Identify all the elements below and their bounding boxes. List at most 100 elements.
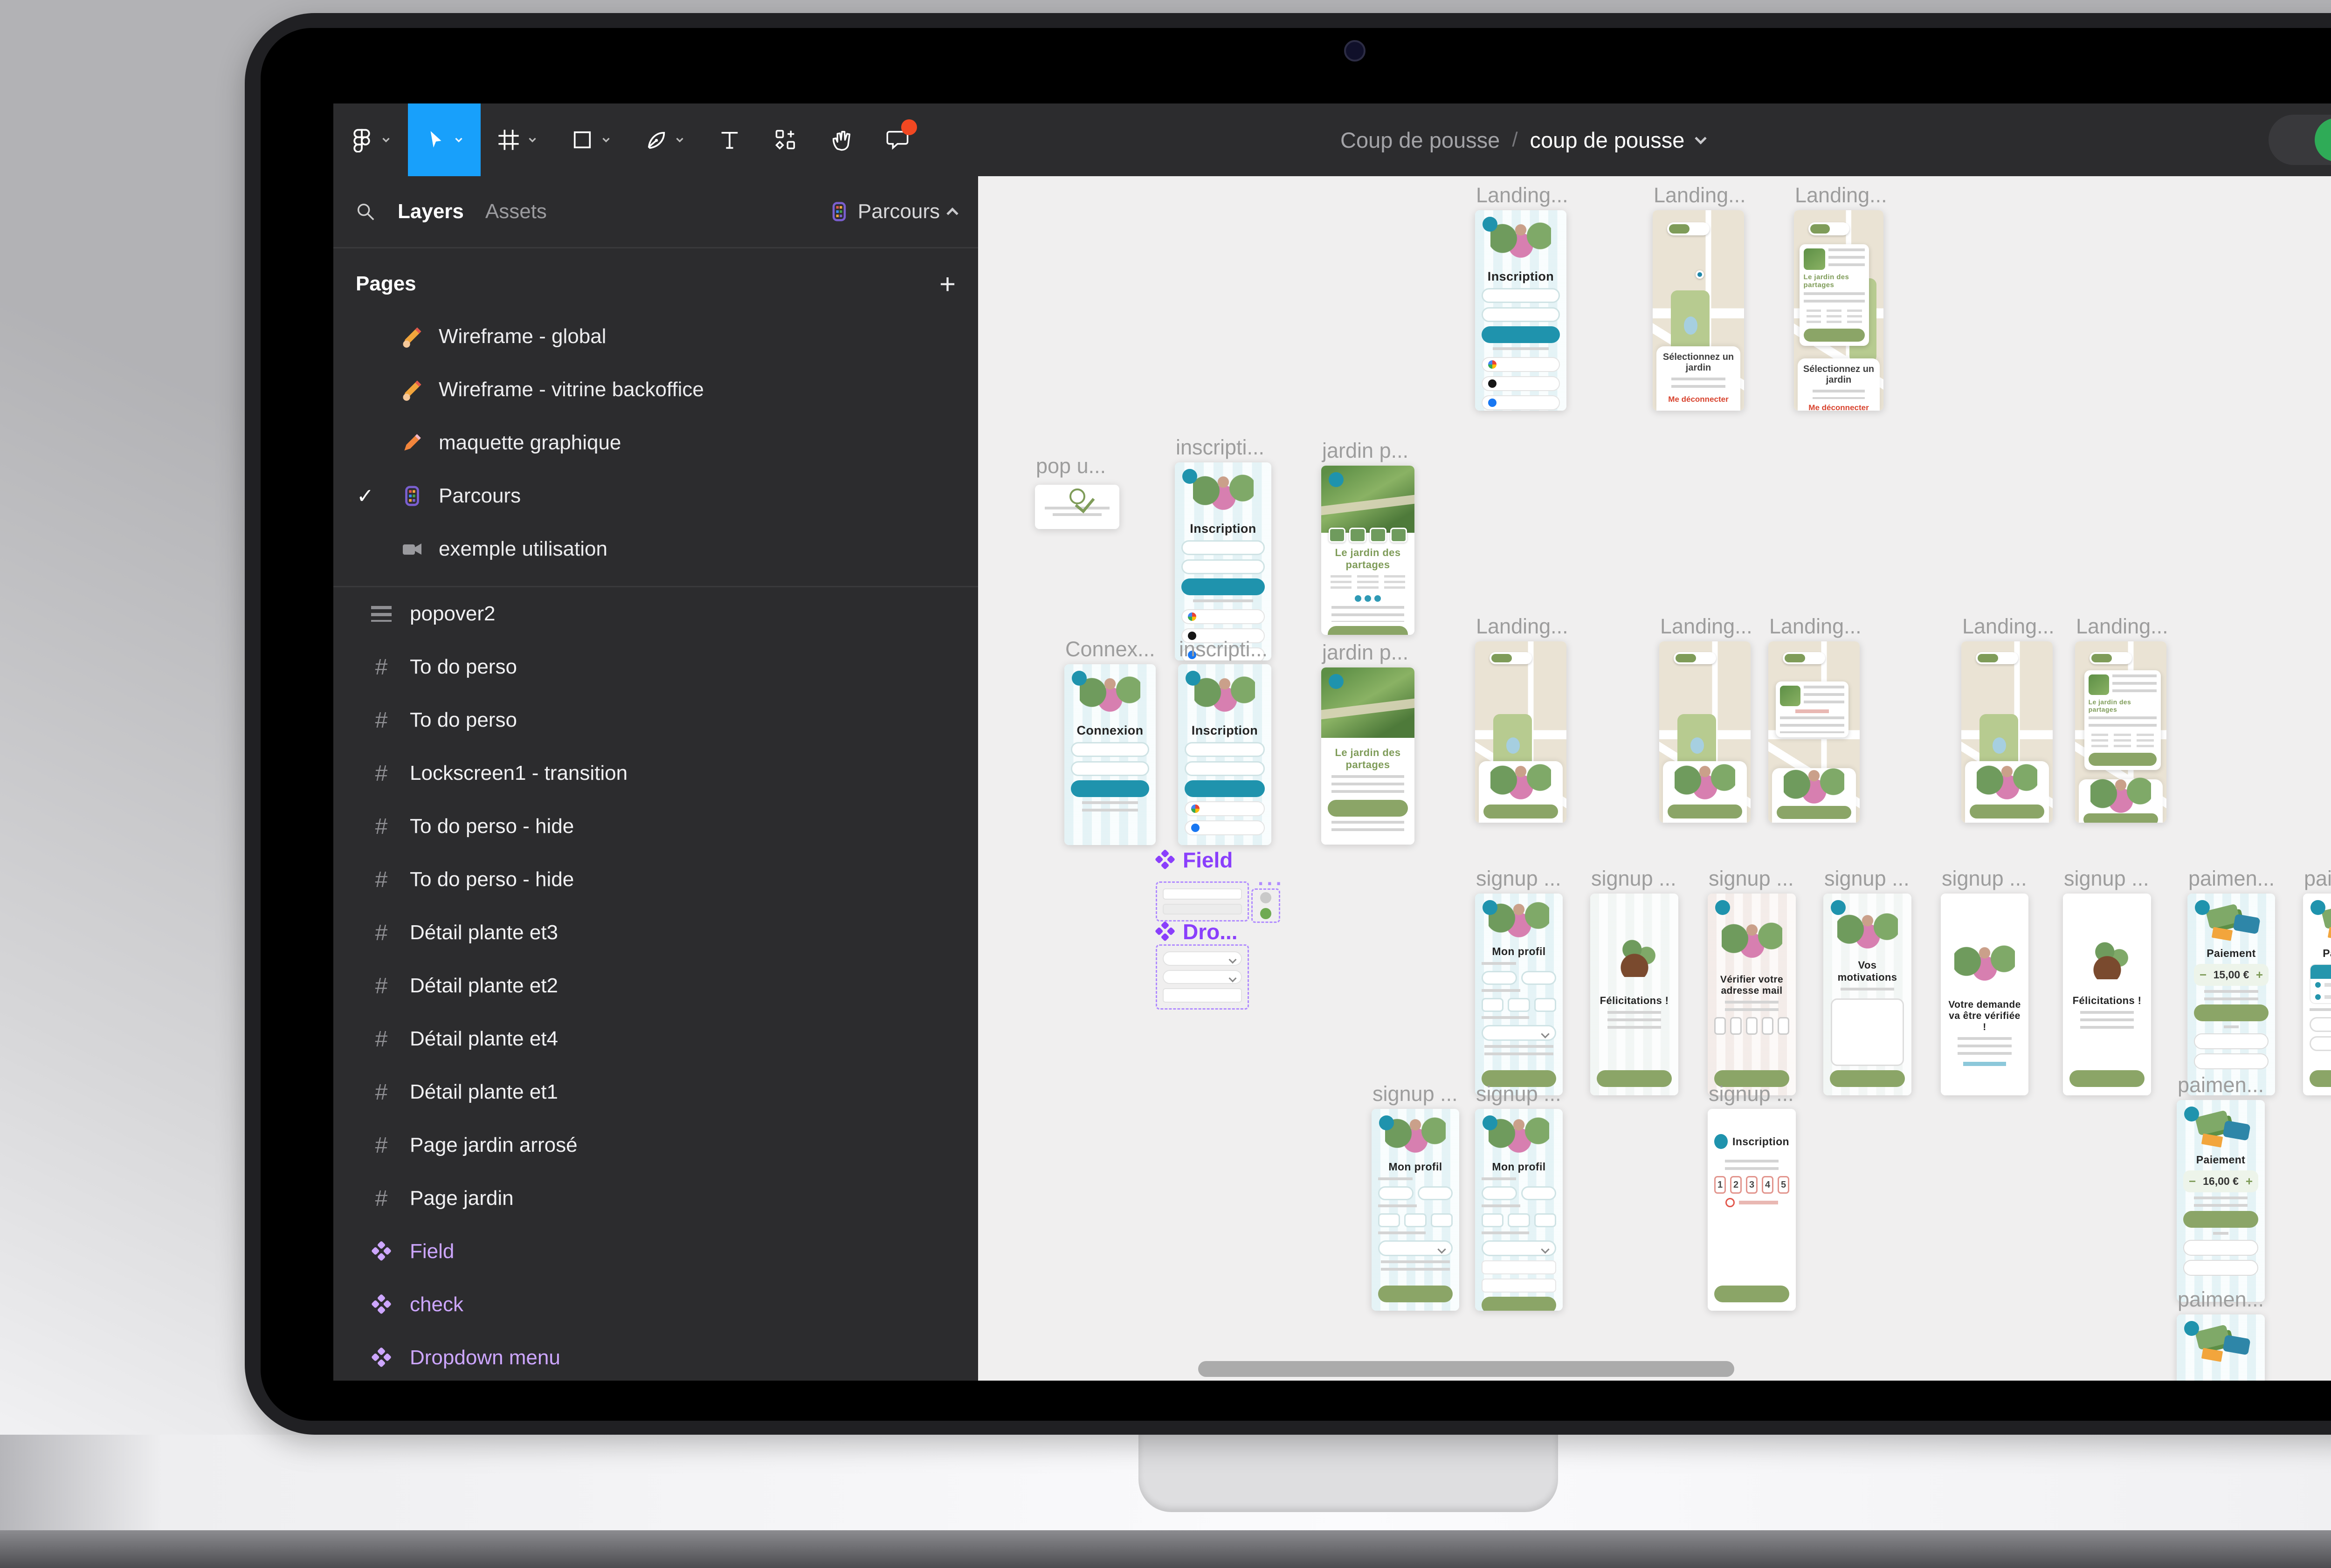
layer-row[interactable]: #To do perso - hide: [333, 853, 978, 906]
add-page-button[interactable]: +: [939, 268, 956, 300]
canvas-frame[interactable]: jardin p... Le jardin des partages: [1321, 466, 1414, 635]
frame-label[interactable]: signup ...: [1372, 1082, 1458, 1106]
canvas-frame[interactable]: Landing... Le jardin des partages: [1794, 210, 1883, 411]
layer-row[interactable]: #Détail plante et3: [333, 906, 978, 959]
layer-row[interactable]: #Page jardin arrosé: [333, 1119, 978, 1172]
page-row[interactable]: exemple utilisation: [333, 523, 978, 576]
canvas-frame[interactable]: Landing... Sélectionnez un jardin Me déc…: [1653, 210, 1744, 411]
page-selector[interactable]: Parcours: [829, 200, 957, 223]
canvas-frame[interactable]: pop u...: [1035, 485, 1119, 529]
layer-row[interactable]: #Détail plante et2: [333, 959, 978, 1012]
canvas-frame[interactable]: signup ... Mon profil: [1372, 1109, 1459, 1311]
search-icon[interactable]: [355, 201, 376, 222]
canvas-frame[interactable]: Landing...: [1659, 641, 1751, 823]
canvas-frame[interactable]: inscripti... Inscription: [1178, 664, 1271, 845]
canvas[interactable]: Landing... Inscription Landing...: [978, 176, 2331, 1381]
tab-assets[interactable]: Assets: [485, 200, 547, 223]
figma-menu-button[interactable]: [333, 103, 408, 176]
canvas-frame[interactable]: Landing...: [1961, 641, 2053, 823]
canvas-frame[interactable]: inscripti... Inscription: [1175, 462, 1271, 660]
layer-row[interactable]: popover2: [333, 587, 978, 640]
frame-label[interactable]: Landing...: [1476, 183, 1568, 207]
canvas-frame[interactable]: Landing...: [1475, 641, 1566, 823]
canvas-frame[interactable]: jardin p... Le jardin des partages: [1321, 667, 1414, 845]
frame-label[interactable]: signup ...: [1591, 867, 1676, 891]
frame-label[interactable]: Landing...: [1795, 183, 1887, 207]
canvas-frame[interactable]: paimen... Paiement − 16,00 € +: [2177, 1100, 2265, 1302]
horizontal-scrollbar[interactable]: [1198, 1361, 1734, 1377]
layer-row[interactable]: #Détail plante et4: [333, 1012, 978, 1066]
canvas-frame[interactable]: signup ... Votre demande va être vérifié…: [1941, 894, 2028, 1095]
canvas-frame[interactable]: paimen... Paiement − 15,00 € +: [2187, 894, 2275, 1095]
component-title[interactable]: Field: [1156, 847, 1233, 873]
page-row[interactable]: maquette graphique: [333, 416, 978, 469]
frame-label[interactable]: signup ...: [1942, 867, 2027, 891]
breadcrumb-team[interactable]: Coup de pousse: [1340, 127, 1500, 153]
frame-label[interactable]: paimen...: [2188, 867, 2275, 891]
frame-label[interactable]: inscripti...: [1179, 637, 1268, 661]
frame-label[interactable]: paimen...: [2178, 1287, 2264, 1312]
account-pill[interactable]: K: [2269, 115, 2331, 165]
shape-tool-button[interactable]: [554, 103, 628, 176]
frame-label[interactable]: inscripti...: [1176, 435, 1264, 460]
frame-label[interactable]: Landing...: [2076, 614, 2168, 639]
avatar[interactable]: K: [2315, 118, 2331, 162]
canvas-frame[interactable]: signup ... Vos motivations: [1823, 894, 1911, 1095]
canvas-frame[interactable]: Landing... Le jardin des partages: [2075, 641, 2166, 823]
frame-label[interactable]: Connex...: [1065, 637, 1155, 661]
canvas-frame[interactable]: signup ... Félicitations !: [2063, 894, 2151, 1095]
layer-row[interactable]: #To do perso: [333, 694, 978, 747]
component-title[interactable]: Dro...: [1156, 919, 1238, 944]
page-row-selected[interactable]: ✓ Parcours: [333, 469, 978, 523]
layer-row[interactable]: #To do perso: [333, 640, 978, 694]
pen-tool-button[interactable]: [628, 103, 702, 176]
file-menu-chevron-icon[interactable]: [1695, 132, 1707, 144]
frame-label[interactable]: signup ...: [1824, 867, 1910, 891]
frame-tool-button[interactable]: [481, 103, 554, 176]
hand-tool-button[interactable]: [814, 103, 869, 176]
page-row[interactable]: Wireframe - vitrine backoffice: [333, 363, 978, 416]
tab-layers[interactable]: Layers: [398, 200, 464, 223]
breadcrumb-file-name[interactable]: coup de pousse: [1530, 127, 1685, 153]
component-check[interactable]: [1251, 888, 1280, 923]
frame-label[interactable]: Landing...: [1660, 614, 1752, 639]
frame-label[interactable]: signup ...: [1476, 867, 1561, 891]
frame-label[interactable]: paimen...: [2178, 1073, 2264, 1097]
frame-label[interactable]: jardin p...: [1322, 439, 1408, 463]
frame-label[interactable]: signup ...: [1709, 1082, 1794, 1106]
frame-label[interactable]: Landing...: [1962, 614, 2055, 639]
canvas-frame[interactable]: signup ... Félicitations !: [1590, 894, 1678, 1095]
frame-label[interactable]: Landing...: [1654, 183, 1746, 207]
canvas-frame[interactable]: Landing... Inscription: [1475, 210, 1566, 411]
frame-label[interactable]: Landing...: [1769, 614, 1862, 639]
canvas-frame[interactable]: signup ... Mon profil: [1475, 894, 1563, 1095]
frame-label[interactable]: signup ...: [1709, 867, 1794, 891]
comment-tool-button[interactable]: [869, 103, 925, 176]
text-tool-button[interactable]: [702, 103, 758, 176]
canvas-frame[interactable]: signup ... Mon profil: [1475, 1109, 1563, 1311]
frame-label[interactable]: Landing...: [1476, 614, 1568, 639]
layer-row[interactable]: #To do perso - hide: [333, 800, 978, 853]
canvas-frame[interactable]: Connex... Connexion: [1064, 664, 1156, 845]
frame-label[interactable]: paieme...: [2304, 867, 2331, 891]
layer-row-component[interactable]: Dropdown menu: [333, 1331, 978, 1384]
layer-row[interactable]: #Lockscreen1 - transition: [333, 747, 978, 800]
actions-tool-button[interactable]: [758, 103, 814, 176]
canvas-frame[interactable]: signup ... Vérifier votre adresse mail: [1708, 894, 1796, 1095]
canvas-frame[interactable]: signup ... Inscription 12345: [1708, 1109, 1796, 1311]
canvas-frame[interactable]: paimen...: [2177, 1314, 2265, 1381]
canvas-frame[interactable]: Landing...: [1768, 641, 1860, 823]
page-row[interactable]: Wireframe - global: [333, 310, 978, 363]
layer-row-component[interactable]: check: [333, 1278, 978, 1331]
component-field[interactable]: [1156, 881, 1249, 922]
frame-label[interactable]: signup ...: [2064, 867, 2149, 891]
frame-label[interactable]: pop u...: [1036, 454, 1106, 478]
layer-row[interactable]: #Détail plante et1: [333, 1066, 978, 1119]
layer-row-component[interactable]: Field: [333, 1225, 978, 1278]
frame-label[interactable]: signup ...: [1476, 1082, 1561, 1106]
component-dropdown[interactable]: [1156, 944, 1249, 1010]
more-icon[interactable]: ...: [1258, 867, 1285, 890]
layer-row[interactable]: #Page jardin: [333, 1172, 978, 1225]
move-tool-button[interactable]: [408, 103, 481, 176]
frame-label[interactable]: jardin p...: [1322, 640, 1408, 665]
